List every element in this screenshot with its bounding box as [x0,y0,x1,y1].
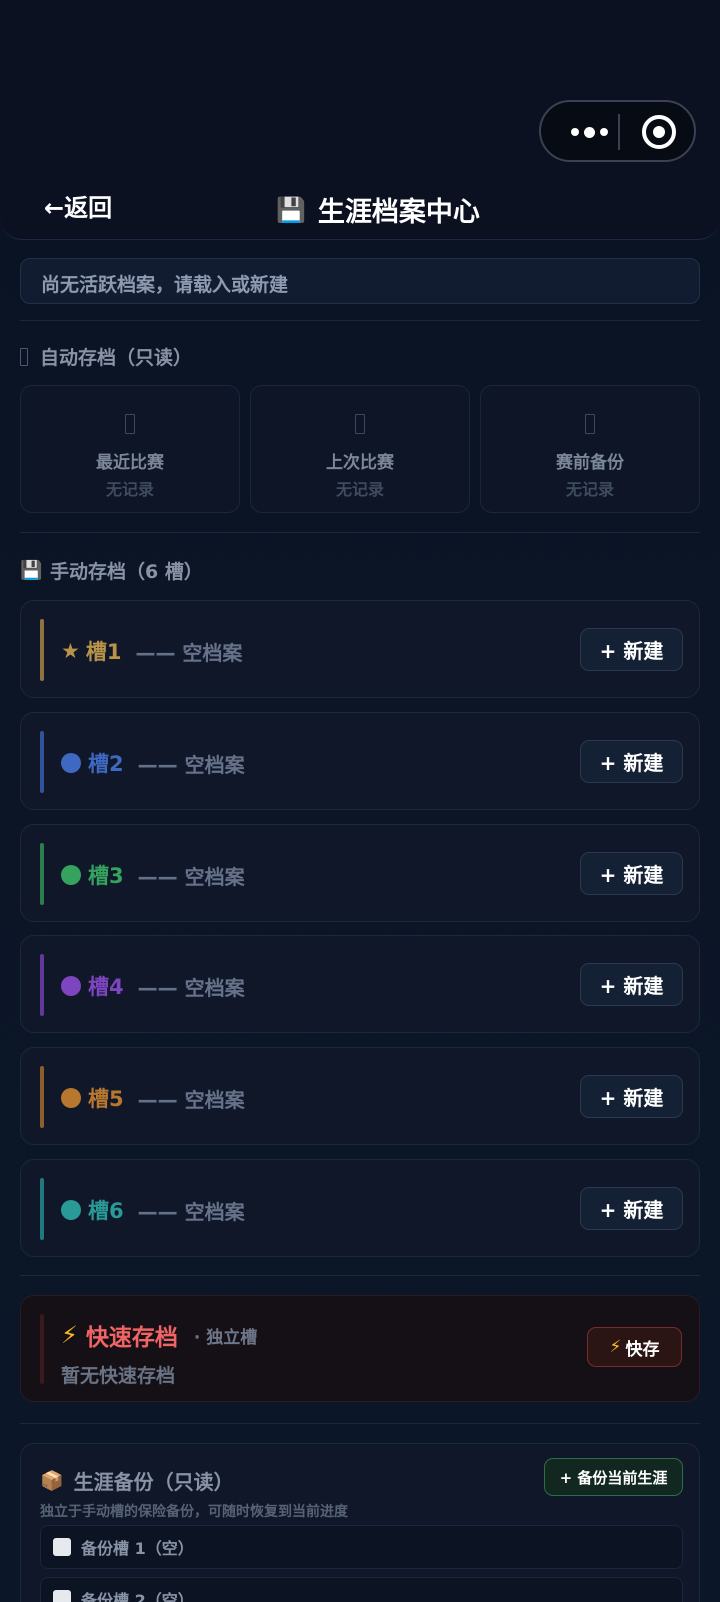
backup-slot[interactable]: 备份槽 2（空） [40,1577,683,1602]
star-icon: ★ [61,639,80,663]
quick-save-header: ⚡ 快速存档 · 独立槽 [61,1318,257,1352]
slot-accent-bar [40,1066,44,1128]
slot-header: 槽6 —— 空档案 [61,1195,245,1225]
auto-save-icon [20,347,28,366]
slot-color-dot-icon [61,865,81,885]
quick-save-empty-text: 暂无快速存档 [61,1365,176,1387]
floppy-disk-icon: 💾 [20,560,43,581]
quick-save-accent-bar [40,1314,44,1384]
new-save-button[interactable]: + 新建 [580,852,683,895]
career-backup-description: 独立于手动槽的保险备份，可随时恢复到当前进度 [40,1504,348,1520]
slot-empty-text: —— 空档案 [137,1087,245,1112]
header: ←返回 💾 生涯档案中心 [0,0,720,240]
auto-save-title-text: 自动存档（只读） [40,347,193,369]
auto-save-title: 自动存档（只读） [20,343,192,370]
manual-slot-3[interactable]: 槽3 —— 空档案 + 新建 [20,824,700,922]
auto-save-card-recent[interactable]: 最近比赛 无记录 [20,385,240,513]
floppy-disk-icon: 💾 [276,195,306,224]
divider [20,1275,700,1276]
slot-header: 槽5 —— 空档案 [61,1083,245,1113]
manual-save-title: 💾 手动存档（6 槽） [20,557,203,584]
empty-slot-icon [53,1590,71,1602]
slot-header: ★ 槽1 —— 空档案 [61,636,242,666]
career-backup-header: 📦 生涯备份（只读） [40,1466,234,1495]
slot-label: 槽2 [88,752,124,776]
slot-accent-bar [40,1178,44,1240]
slot-accent-bar [40,954,44,1016]
manual-save-title-text: 手动存档（6 槽） [50,561,203,583]
page-title-text: 生涯档案中心 [317,197,480,228]
quick-save-button[interactable]: ⚡ 快存 [587,1327,682,1367]
new-save-button[interactable]: + 新建 [580,628,683,671]
lightning-icon: ⚡ [609,1337,622,1357]
backup-slot[interactable]: 备份槽 1（空） [40,1525,683,1569]
slot-empty-text: —— 空档案 [137,752,245,777]
auto-save-card-name: 赛前备份 [556,453,624,473]
slot-header: 槽3 —— 空档案 [61,860,245,890]
manual-slot-2[interactable]: 槽2 —— 空档案 + 新建 [20,712,700,810]
new-save-button[interactable]: + 新建 [580,1187,683,1230]
backup-slot-label: 备份槽 2（空） [81,1591,194,1602]
auto-save-card-last[interactable]: 上次比赛 无记录 [250,385,470,513]
quick-save-subtitle: · 独立槽 [193,1327,258,1348]
backup-current-career-button[interactable]: + 备份当前生涯 [544,1458,683,1496]
auto-save-card-icon [585,414,595,434]
backup-slot-label: 备份槽 1（空） [81,1539,194,1558]
empty-slot-icon [53,1538,71,1556]
slot-color-dot-icon [61,1088,81,1108]
auto-save-card-name: 最近比赛 [96,453,164,473]
package-icon: 📦 [40,1470,64,1492]
career-backup-card: 📦 生涯备份（只读） + 备份当前生涯 独立于手动槽的保险备份，可随时恢复到当前… [20,1443,700,1602]
slot-label: 槽6 [88,1199,124,1223]
slot-accent-bar [40,731,44,793]
slot-header: 槽2 —— 空档案 [61,748,245,778]
slot-color-dot-icon [61,976,81,996]
manual-slot-6[interactable]: 槽6 —— 空档案 + 新建 [20,1159,700,1257]
slot-accent-bar [40,619,44,681]
lightning-icon: ⚡ [61,1321,78,1349]
career-backup-title: 生涯备份（只读） [73,1470,234,1494]
auto-save-card-record: 无记录 [565,480,614,499]
status-banner: 尚无活跃档案，请载入或新建 [20,258,700,304]
capsule-divider [618,114,620,150]
page-title: 💾 生涯档案中心 [276,190,480,229]
slot-header: 槽4 —— 空档案 [61,971,245,1001]
divider [20,320,700,321]
slot-label: 槽3 [88,864,124,888]
manual-slot-1[interactable]: ★ 槽1 —— 空档案 + 新建 [20,600,700,698]
auto-save-card-record: 无记录 [335,480,384,499]
close-target-icon[interactable] [642,115,676,149]
slot-empty-text: —— 空档案 [137,864,245,889]
more-icon[interactable] [563,118,615,146]
quick-save-button-label: 快存 [625,1339,660,1360]
slot-accent-bar [40,843,44,905]
quick-save-card: ⚡ 快速存档 · 独立槽 暂无快速存档 ⚡ 快存 [20,1295,700,1402]
new-save-button[interactable]: + 新建 [580,740,683,783]
auto-save-card-icon [355,414,365,434]
slot-color-dot-icon [61,753,81,773]
manual-slot-5[interactable]: 槽5 —— 空档案 + 新建 [20,1047,700,1145]
auto-save-card-name: 上次比赛 [326,453,394,473]
slot-label: 槽1 [85,640,122,664]
quick-save-title: 快速存档 [85,1325,178,1351]
auto-save-card-prematch[interactable]: 赛前备份 无记录 [480,385,700,513]
back-button[interactable]: ←返回 [44,188,112,223]
slot-empty-text: —— 空档案 [137,1199,245,1224]
slot-color-dot-icon [61,1200,81,1220]
new-save-button[interactable]: + 新建 [580,1075,683,1118]
slot-label: 槽5 [88,1087,124,1111]
auto-save-card-icon [125,414,135,434]
divider [20,532,700,533]
auto-save-card-record: 无记录 [105,480,154,499]
slot-empty-text: —— 空档案 [135,640,243,665]
divider [20,1423,700,1424]
slot-empty-text: —— 空档案 [137,975,245,1000]
new-save-button[interactable]: + 新建 [580,963,683,1006]
mini-program-capsule [539,100,696,162]
manual-slot-4[interactable]: 槽4 —— 空档案 + 新建 [20,935,700,1033]
slot-label: 槽4 [88,975,124,999]
